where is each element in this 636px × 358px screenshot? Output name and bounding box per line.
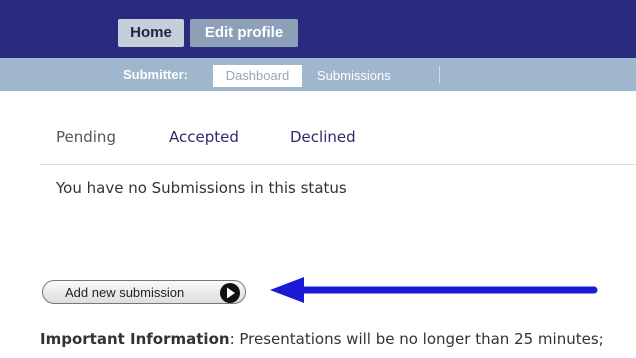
home-button[interactable]: Home — [118, 19, 184, 47]
top-navbar: Home Edit profile — [0, 0, 636, 58]
sub-navbar: Submitter: Dashboard Submissions — [0, 58, 636, 91]
subnav-submissions[interactable]: Submissions — [314, 65, 394, 87]
add-submission-label: Add new submission — [65, 285, 185, 300]
important-information: Important Information: Presentations wil… — [40, 330, 604, 348]
tab-pending[interactable]: Pending — [56, 128, 116, 146]
subnav-divider — [439, 66, 440, 83]
edit-profile-button[interactable]: Edit profile — [190, 19, 298, 47]
add-new-submission-button[interactable]: Add new submission — [42, 280, 246, 304]
tab-declined[interactable]: Declined — [290, 128, 356, 146]
arrow-left-icon — [270, 277, 598, 303]
plus-circle-icon — [220, 283, 240, 303]
important-label: Important Information — [40, 330, 230, 348]
tab-accepted[interactable]: Accepted — [169, 128, 239, 146]
tabs-divider — [40, 164, 636, 165]
empty-status-message: You have no Submissions in this status — [56, 179, 347, 197]
submitter-label: Submitter: — [123, 67, 188, 82]
important-text: : Presentations will be no longer than 2… — [229, 330, 604, 348]
subnav-dashboard[interactable]: Dashboard — [213, 65, 302, 87]
